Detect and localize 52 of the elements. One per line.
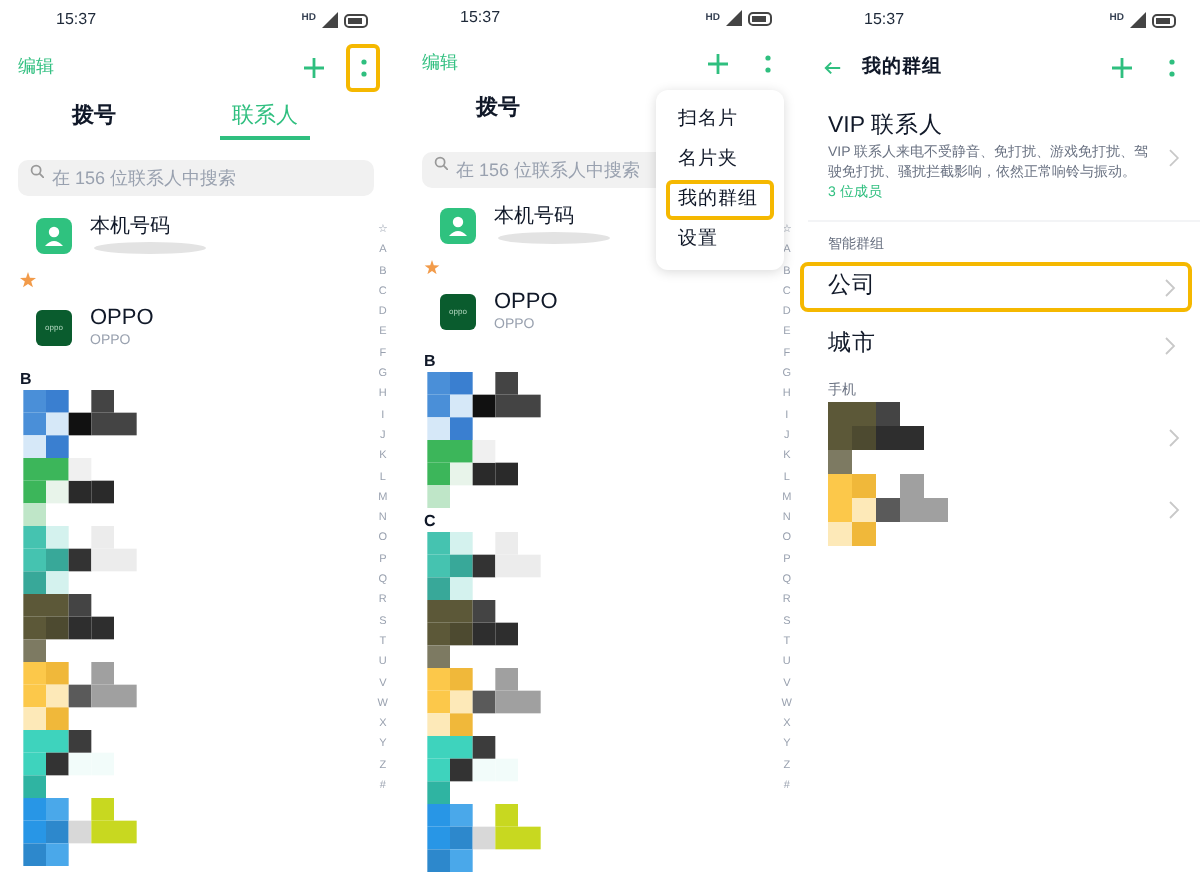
menu-item[interactable]: 扫名片 — [666, 100, 774, 140]
more-icon — [763, 53, 771, 74]
add-icon[interactable] — [1112, 58, 1132, 78]
group-name: 公司 — [828, 271, 876, 302]
contact-avatar-icon — [36, 218, 72, 254]
star-icon — [20, 272, 36, 288]
edit-link[interactable]: 编辑 — [18, 54, 54, 82]
search-icon — [30, 163, 44, 177]
tab[interactable]: 拨号 — [464, 88, 532, 133]
contact-name[interactable]: 本机号码 — [494, 206, 614, 231]
signal-icon — [322, 12, 338, 28]
battery-icon — [748, 11, 772, 26]
section-letter: B — [20, 370, 32, 390]
back-icon[interactable] — [824, 60, 842, 76]
add-icon[interactable] — [708, 53, 728, 74]
more-icon — [359, 58, 367, 78]
menu-item[interactable]: 我的群组 — [666, 180, 774, 220]
signal-icon — [726, 10, 742, 27]
more-button[interactable] — [346, 44, 380, 92]
contact-name[interactable]: OPPO — [90, 306, 154, 332]
status-time: 15:37 — [460, 6, 501, 31]
search-field[interactable]: 在 156 位联系人中搜索 — [18, 160, 374, 196]
chevron-icon — [1168, 428, 1180, 448]
menu-item[interactable]: 设置 — [666, 220, 774, 260]
chevron-icon — [1168, 500, 1180, 520]
tab[interactable]: 联系人 — [220, 96, 310, 140]
chevron-icon — [1164, 335, 1176, 355]
contact-avatar-icon — [440, 208, 476, 245]
chevron-icon — [1164, 277, 1176, 297]
chevron-icon — [1168, 148, 1180, 168]
section-letter: C — [424, 512, 436, 533]
group-name: 城市 — [828, 328, 876, 360]
smudge-drawing — [90, 240, 210, 256]
battery-icon — [344, 13, 368, 27]
group-title: VIP 联系人 — [828, 112, 946, 142]
smudge-drawing — [494, 230, 614, 247]
contact-name[interactable]: 本机号码 — [90, 216, 210, 240]
battery-icon — [1152, 13, 1176, 27]
contact-name[interactable]: OPPO — [494, 290, 558, 317]
tab[interactable]: 拨号 — [60, 96, 128, 140]
search-icon — [434, 155, 448, 170]
status-time: 15:37 — [864, 8, 905, 32]
page-title: 我的群组 — [862, 53, 942, 82]
more-icon — [1167, 58, 1175, 78]
group-item[interactable]: 城市 — [800, 320, 1192, 370]
status-time: 15:37 — [56, 8, 97, 32]
edit-link[interactable]: 编辑 — [422, 49, 458, 77]
star-icon — [424, 260, 440, 275]
add-icon[interactable] — [304, 58, 324, 78]
group-item[interactable]: 公司 — [800, 262, 1192, 312]
signal-icon — [1130, 12, 1146, 28]
section-letter: B — [424, 352, 436, 373]
